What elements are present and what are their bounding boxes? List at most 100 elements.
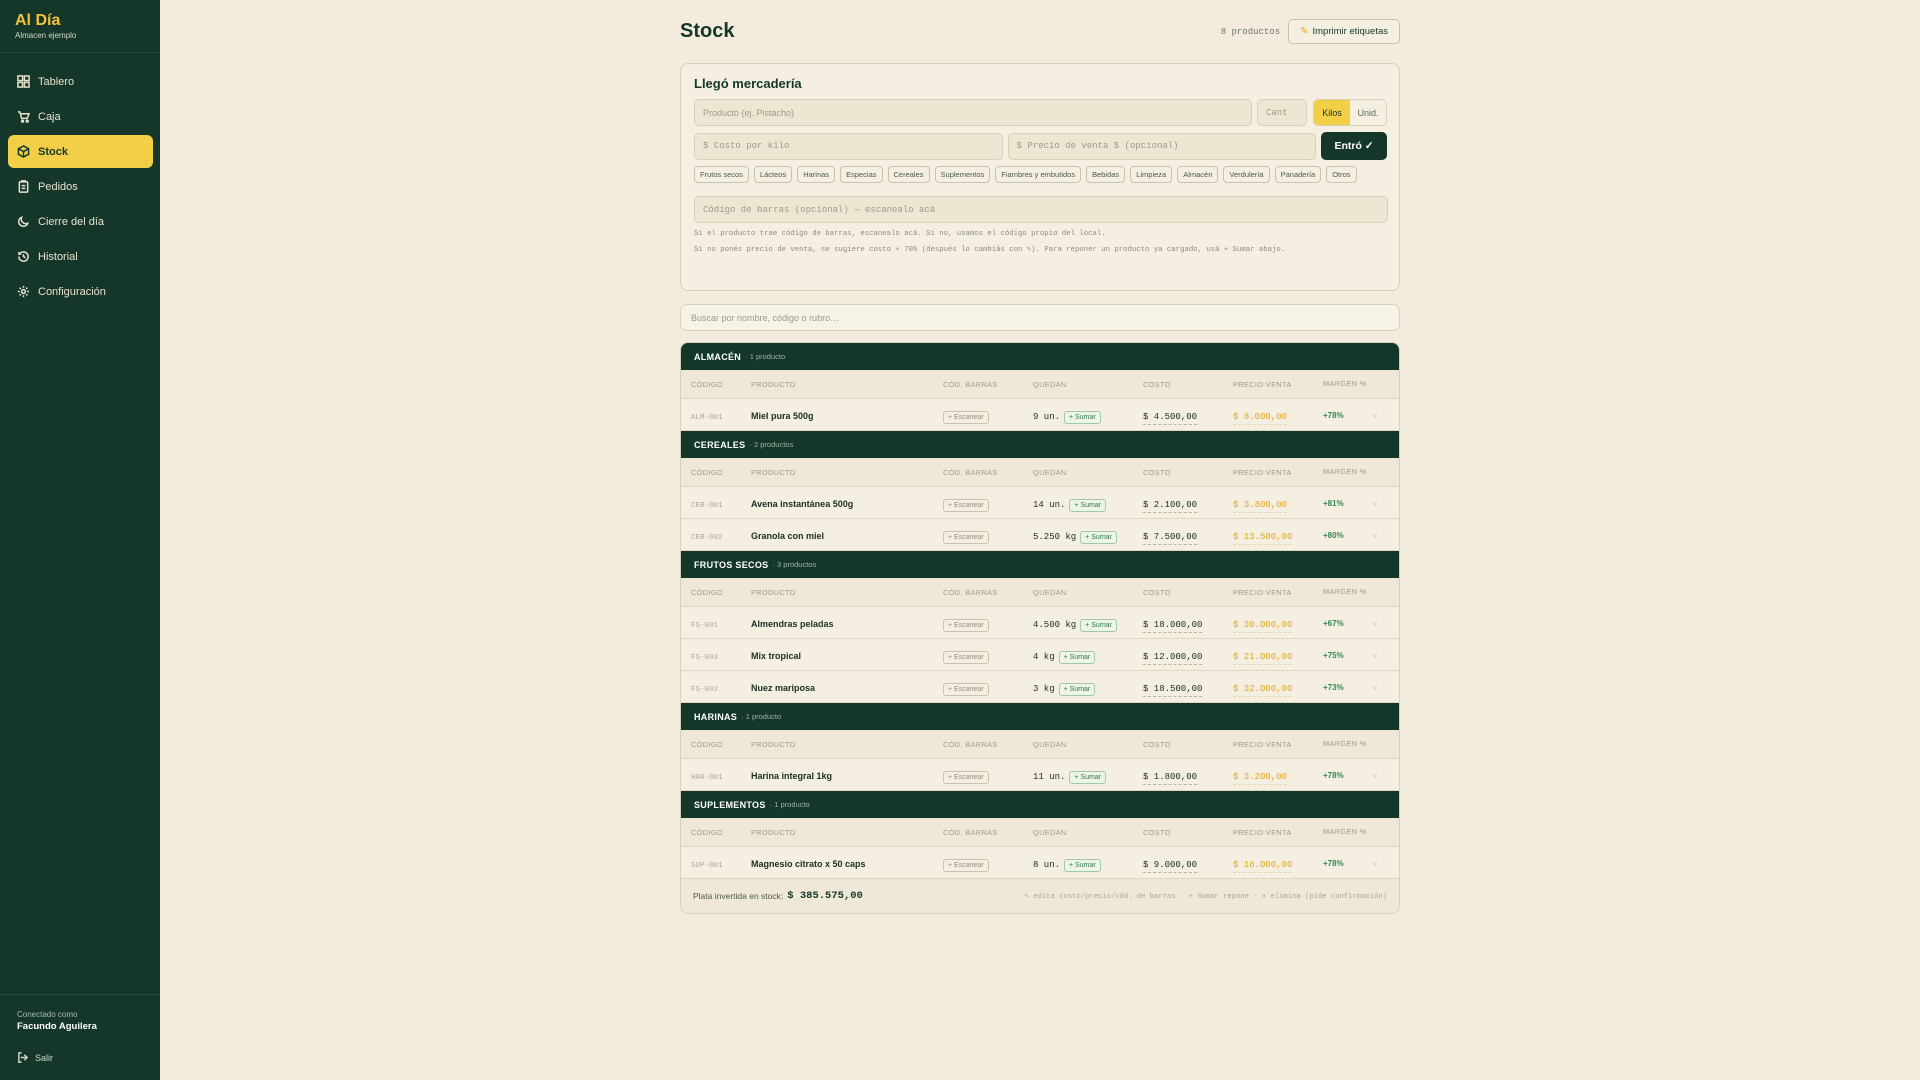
add-stock-button[interactable]: + Sumar <box>1058 682 1096 696</box>
column-headers: CÓDIGO PRODUCTO CÓD. BARRAS QUEDAN COSTO PREC… <box>681 458 1399 487</box>
product-cost[interactable]: $ 18.500,00 <box>1143 683 1203 697</box>
product-name: Harina integral 1kg <box>751 770 833 781</box>
cell-delete: × <box>1373 646 1393 664</box>
scan-barcode-button[interactable]: + Escanear <box>943 530 989 544</box>
delete-icon[interactable]: × <box>1373 684 1378 693</box>
category-chip[interactable]: Otros <box>1326 166 1357 183</box>
cell-name: Magnesio citrato x 50 caps <box>751 854 943 872</box>
logout-button[interactable]: Salir <box>17 1052 143 1063</box>
add-stock-button[interactable]: + Sumar <box>1058 650 1096 664</box>
pencil-icon: ✎ <box>1300 26 1309 37</box>
scan-barcode-button[interactable]: + Escanear <box>943 650 989 664</box>
category-chip[interactable]: Almacén <box>1177 166 1219 183</box>
product-cost[interactable]: $ 18.000,00 <box>1143 619 1203 633</box>
add-stock-button[interactable]: + Sumar <box>1064 858 1101 872</box>
print-labels-button[interactable]: ✎ Imprimir etiquetas <box>1288 19 1400 44</box>
product-price[interactable]: $ 13.500,00 <box>1233 531 1293 545</box>
product-price[interactable]: $ 3.800,00 <box>1233 499 1288 513</box>
category-chip[interactable]: Especias <box>840 166 883 183</box>
table-row: HAR-001 Harina integral 1kg + Escanear 11 u… <box>681 759 1399 791</box>
product-price[interactable]: $ 8.000,00 <box>1233 411 1288 425</box>
product-cost[interactable]: $ 9.000,00 <box>1143 859 1198 873</box>
add-stock-button[interactable]: + Sumar <box>1069 770 1107 784</box>
sidebar-item-configuracion[interactable]: Configuración <box>8 275 153 308</box>
product-input[interactable]: Producto (ej. Pistacho) <box>694 99 1252 126</box>
sidebar-item-historial[interactable]: Historial <box>8 240 153 273</box>
product-cost[interactable]: $ 4.500,00 <box>1143 411 1198 425</box>
stock-total: Plata invertida en stock: $ 385.575,00 <box>693 890 863 902</box>
column-header: MARGEN % <box>1323 739 1367 748</box>
cell-margin: +73% <box>1323 682 1373 692</box>
cell-quantity: 4.500 kg + Sumar <box>1033 614 1143 632</box>
scan-barcode-button[interactable]: + Escanear <box>943 410 989 424</box>
scan-barcode-button[interactable]: + Escanear <box>943 618 989 632</box>
sidebar-item-stock[interactable]: Stock <box>8 135 153 168</box>
sidebar-item-cierre[interactable]: Cierre del día <box>8 205 153 238</box>
quantity-input[interactable]: Cant <box>1257 99 1307 126</box>
category-chip[interactable]: Panadería <box>1274 166 1322 183</box>
column-header: QUEDAN <box>1033 587 1067 597</box>
search-input[interactable]: Buscar por nombre, código o rubro… <box>680 304 1400 331</box>
product-cost[interactable]: $ 2.100,00 <box>1143 499 1198 513</box>
category-chip[interactable]: Frutos secos <box>694 166 749 183</box>
add-stock-button[interactable]: + Sumar <box>1080 618 1117 632</box>
cell-margin: +80% <box>1323 530 1373 540</box>
add-stock-button[interactable]: + Sumar <box>1064 410 1101 424</box>
column-headers: CÓDIGO PRODUCTO CÓD. BARRAS QUEDAN COSTO PREC… <box>681 730 1399 759</box>
form-title: Llegó mercadería <box>694 76 802 91</box>
cell-barcode: + Escanear <box>943 494 1033 512</box>
add-stock-button[interactable]: + Sumar <box>1080 530 1117 544</box>
category-chip[interactable]: Suplementos <box>934 166 991 183</box>
product-name: Granola con miel <box>751 530 825 541</box>
delete-icon[interactable]: × <box>1373 620 1378 629</box>
product-name: Almendras peladas <box>751 618 834 629</box>
sidebar-item-pedidos[interactable]: Pedidos <box>8 170 153 203</box>
table-row: FS-003 Mix tropical + Escanear 4 kg + Sumar $… <box>681 639 1399 671</box>
delete-icon[interactable]: × <box>1373 532 1378 541</box>
submit-button[interactable]: Entró ✓ <box>1321 132 1387 160</box>
unit-units-option[interactable]: Unid. <box>1350 100 1386 125</box>
delete-icon[interactable]: × <box>1373 860 1378 869</box>
add-stock-button[interactable]: + Sumar <box>1069 498 1107 512</box>
category-chip[interactable]: Fiambres y embutidos <box>995 166 1082 183</box>
category-chip[interactable]: Bebidas <box>1086 166 1126 183</box>
delete-icon[interactable]: × <box>1373 652 1378 661</box>
product-price[interactable]: $ 3.200,00 <box>1233 771 1288 785</box>
delete-icon[interactable]: × <box>1373 412 1378 421</box>
product-price[interactable]: $ 21.000,00 <box>1233 651 1293 665</box>
sidebar-item-label: Pedidos <box>38 180 78 193</box>
cell-code: FS-001 <box>691 614 751 632</box>
product-price[interactable]: $ 30.000,00 <box>1233 619 1293 633</box>
unit-kilos-option[interactable]: Kilos <box>1314 100 1350 125</box>
column-header: COSTO <box>1143 739 1171 749</box>
category-chip[interactable]: Limpieza <box>1130 166 1173 183</box>
category-chip[interactable]: Harinas <box>797 166 836 183</box>
cost-input[interactable]: $ Costo por kilo <box>694 132 1003 160</box>
delete-icon[interactable]: × <box>1373 772 1378 781</box>
delete-icon[interactable]: × <box>1373 500 1378 509</box>
product-price[interactable]: $ 16.000,00 <box>1233 859 1293 873</box>
scan-barcode-button[interactable]: + Escanear <box>943 858 989 872</box>
sidebar-item-caja[interactable]: Caja <box>8 100 153 133</box>
barcode-input[interactable]: Código de barras (opcional) — escanealo … <box>694 196 1388 223</box>
scan-barcode-button[interactable]: + Escanear <box>943 770 989 784</box>
column-header: PRODUCTO <box>751 827 796 837</box>
category-chip[interactable]: Lácteos <box>753 166 793 183</box>
scan-barcode-button[interactable]: + Escanear <box>943 682 989 696</box>
column-header: CÓDIGO <box>691 467 723 477</box>
scan-barcode-button[interactable]: + Escanear <box>943 498 989 512</box>
product-cost[interactable]: $ 12.000,00 <box>1143 651 1203 665</box>
product-code: FS-001 <box>691 621 719 630</box>
category-chip[interactable]: Cereales <box>887 166 930 183</box>
product-margin: +73% <box>1323 682 1344 692</box>
product-name: Mix tropical <box>751 650 802 661</box>
product-price[interactable]: $ 32.000,00 <box>1233 683 1293 697</box>
column-header: QUEDAN <box>1033 379 1067 389</box>
column-header: MARGEN % <box>1323 467 1367 476</box>
product-cost[interactable]: $ 7.500,00 <box>1143 531 1198 545</box>
price-input[interactable]: $ Precio de venta $ (opcional) <box>1007 132 1317 160</box>
product-margin: +78% <box>1323 858 1344 868</box>
sidebar-item-tablero[interactable]: Tablero <box>8 65 153 98</box>
category-chip[interactable]: Verdulería <box>1223 166 1270 183</box>
product-cost[interactable]: $ 1.800,00 <box>1143 771 1198 785</box>
